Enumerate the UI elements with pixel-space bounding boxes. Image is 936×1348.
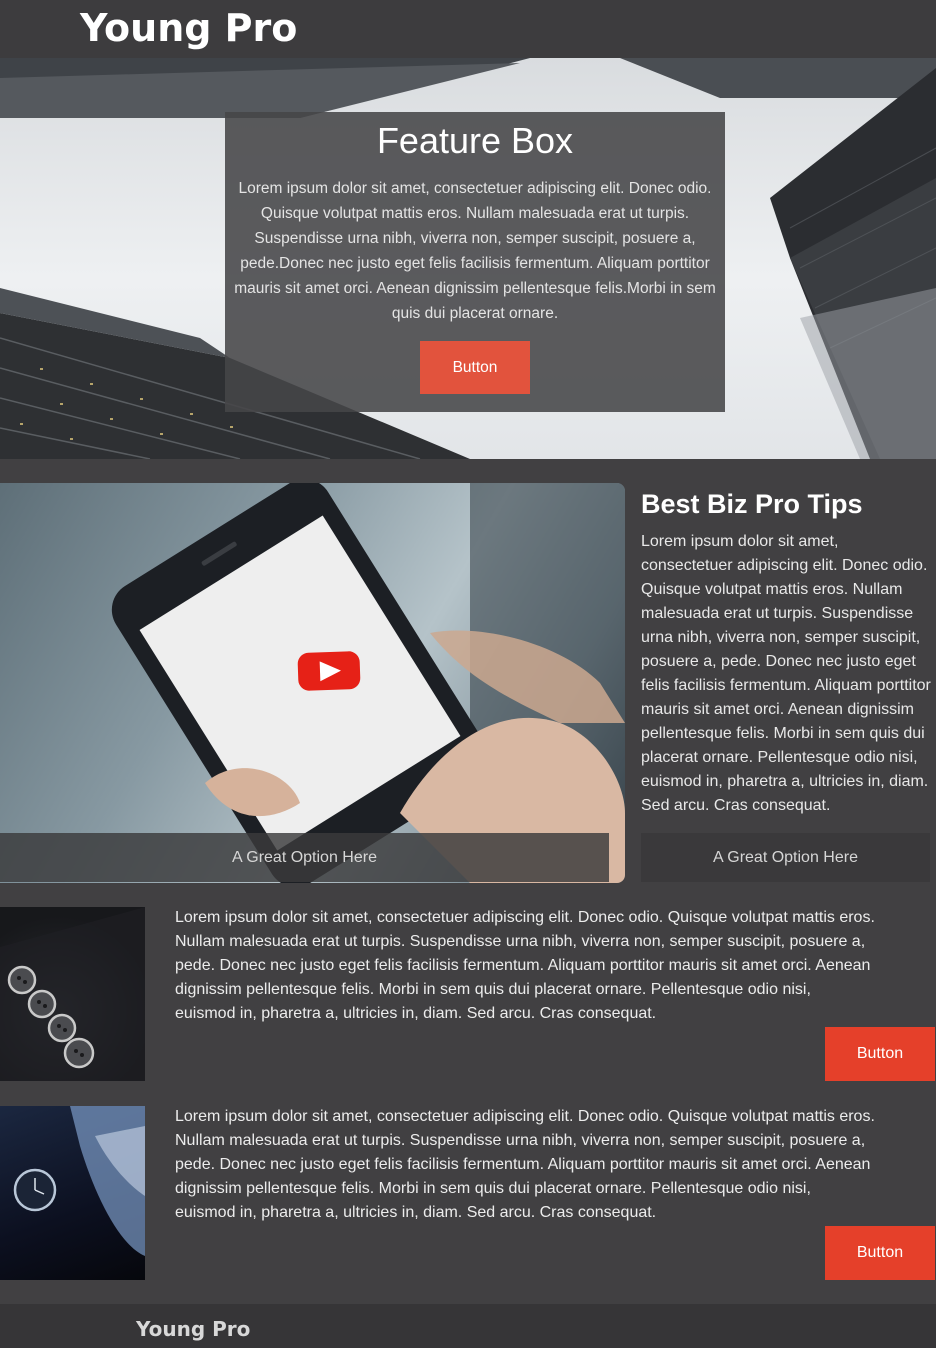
row-thumbnail-suit-buttons xyxy=(0,907,145,1081)
row-1-button[interactable]: Button xyxy=(825,1027,935,1081)
suit-buttons-image xyxy=(0,907,145,1081)
hero-banner: Feature Box Lorem ipsum dolor sit amet, … xyxy=(0,58,936,459)
feature-description: Lorem ipsum dolor sit amet, consectetuer… xyxy=(234,180,716,322)
top-header: Young Pro xyxy=(0,0,936,58)
feature-button[interactable]: Button xyxy=(420,341,530,394)
youtube-play-icon xyxy=(297,651,361,691)
row-text-2: Lorem ipsum dolor sit amet, consectetuer… xyxy=(175,1108,875,1221)
footer-logo[interactable]: Young Pro xyxy=(136,1316,250,1342)
phone-image-card[interactable] xyxy=(0,483,625,883)
row-text-1: Lorem ipsum dolor sit amet, consectetuer… xyxy=(175,909,875,1022)
feature-title: Feature Box xyxy=(376,120,574,161)
row-thumbnail-watch xyxy=(0,1106,145,1280)
row-2-button[interactable]: Button xyxy=(825,1226,935,1280)
tips-title: Best Biz Pro Tips xyxy=(641,489,863,519)
tips-description: Lorem ipsum dolor sit amet, consectetuer… xyxy=(641,533,931,814)
tips-option-bar[interactable]: A Great Option Here xyxy=(641,833,930,882)
image-caption-bar[interactable]: A Great Option Here xyxy=(0,833,609,882)
feature-box: Feature Box Lorem ipsum dolor sit amet, … xyxy=(225,112,725,412)
footer: Young Pro xyxy=(0,1304,936,1348)
watch-window-image xyxy=(13,1106,145,1256)
site-logo[interactable]: Young Pro xyxy=(80,4,297,52)
